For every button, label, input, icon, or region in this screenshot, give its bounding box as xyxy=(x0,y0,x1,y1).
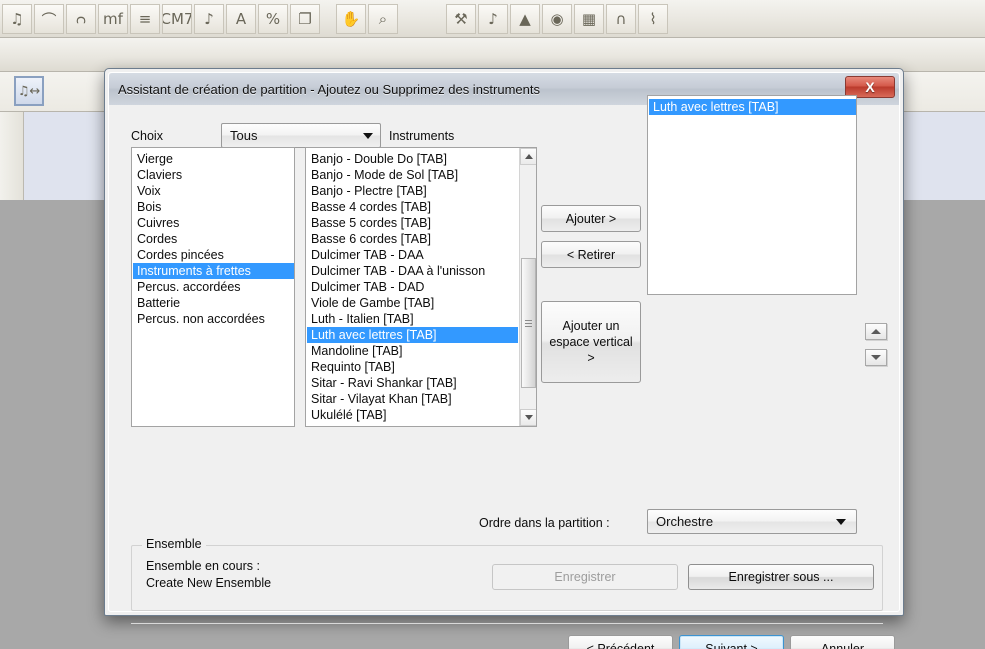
scroll-down-icon[interactable] xyxy=(520,409,537,426)
articulation-icon[interactable]: ♪ xyxy=(194,4,224,34)
instrument-list-item[interactable]: Dulcimer TAB - DAD xyxy=(307,279,518,295)
previous-button[interactable]: < Précédent xyxy=(568,635,673,649)
page-copy-icon[interactable]: ❐ xyxy=(290,4,320,34)
instrument-list-item[interactable]: Dulcimer TAB - DAA à l'unisson xyxy=(307,263,518,279)
chord-symbol-icon[interactable]: CM7 xyxy=(162,4,192,34)
toolbar-row-notation: ♫⌒ᴒmf≡CM7♪A%❐ ✋⌕ ⚒♪▲◉▦∩⌇ xyxy=(0,0,985,38)
instrument-list-item[interactable]: Banjo - Mode de Sol [TAB] xyxy=(307,167,518,183)
instrument-items: Banjo - Double Do [TAB]Banjo - Mode de S… xyxy=(306,148,536,423)
note-arrow-icon[interactable]: ♪ xyxy=(478,4,508,34)
instrument-list-item[interactable]: Basse 6 cordes [TAB] xyxy=(307,231,518,247)
espace-line-3: > xyxy=(587,350,594,366)
espace-line-2: espace vertical xyxy=(549,334,632,350)
instrument-list-item[interactable]: Requinto [TAB] xyxy=(307,359,518,375)
toolbar-row-playback: ▲▼ Reprise : 1 ▼ Temps 00:00:00.000 ▲▼ ♩… xyxy=(0,38,985,72)
category-list-item[interactable]: Voix xyxy=(133,183,294,199)
ensemble-groupbox: Ensemble Ensemble en cours : Create New … xyxy=(131,545,883,611)
instrument-list-item[interactable]: Sitar - Vilayat Khan [TAB] xyxy=(307,391,518,407)
ordre-label: Ordre dans la partition : xyxy=(479,516,610,530)
beam-notes-icon[interactable]: ♫ xyxy=(2,4,32,34)
text-A-icon[interactable]: A xyxy=(226,4,256,34)
toolbar-group-navigation: ✋⌕ xyxy=(336,4,398,34)
ensemble-current-value: Create New Ensemble xyxy=(146,575,271,592)
zoom-magnifier-icon[interactable]: ⌕ xyxy=(368,4,398,34)
add-vertical-space-button[interactable]: Ajouter un espace vertical > xyxy=(541,301,641,383)
instrument-list-item[interactable]: Mandoline [TAB] xyxy=(307,343,518,359)
instrument-list-item[interactable]: Dulcimer TAB - DAA xyxy=(307,247,518,263)
instrument-list-item[interactable]: Luth avec lettres [TAB] xyxy=(307,327,518,343)
score-wizard-dialog: Assistant de création de partition - Ajo… xyxy=(104,68,904,616)
category-listbox[interactable]: ViergeClaviersVoixBoisCuivresCordesCorde… xyxy=(131,147,295,427)
save-ensemble-button[interactable]: Enregistrer xyxy=(492,564,678,590)
staff-lines-icon[interactable]: ≡ xyxy=(130,4,160,34)
cancel-button[interactable]: Annuler xyxy=(790,635,895,649)
espace-line-1: Ajouter un xyxy=(563,318,620,334)
category-list-item[interactable]: Claviers xyxy=(133,167,294,183)
instrument-list-item[interactable]: Luth - Italien [TAB] xyxy=(307,311,518,327)
save-ensemble-as-button[interactable]: Enregistrer sous ... xyxy=(688,564,874,590)
category-list-item[interactable]: Cordes xyxy=(133,231,294,247)
remove-instrument-button[interactable]: < Retirer xyxy=(541,241,641,268)
ordre-value: Orchestre xyxy=(656,514,713,529)
hammer-tool-icon[interactable]: ⚒ xyxy=(446,4,476,34)
arch-icon[interactable]: ∩ xyxy=(606,4,636,34)
instrument-list-item[interactable]: Ukulélé [TAB] xyxy=(307,407,518,423)
conductor-icon[interactable]: ⌇ xyxy=(638,4,668,34)
instrument-list-item[interactable]: Basse 5 cordes [TAB] xyxy=(307,215,518,231)
selected-instruments-listbox[interactable]: Luth avec lettres [TAB] xyxy=(647,95,857,295)
category-list-item[interactable]: Bois xyxy=(133,199,294,215)
instrument-list-item[interactable]: Sitar - Ravi Shankar [TAB] xyxy=(307,375,518,391)
side-toolbar-group: ♫↔ xyxy=(2,76,44,106)
toolbar-edge xyxy=(2,76,12,106)
dialog-body: Choix Tous Instruments ViergeClaviersVoi… xyxy=(109,105,899,611)
mixer-grid-icon[interactable]: ▦ xyxy=(574,4,604,34)
palette-icon[interactable]: ◉ xyxy=(542,4,572,34)
category-list-item[interactable]: Batterie xyxy=(133,295,294,311)
hand-pan-icon[interactable]: ✋ xyxy=(336,4,366,34)
category-list-item[interactable]: Percus. accordées xyxy=(133,279,294,295)
choix-value: Tous xyxy=(230,128,257,143)
category-list-item[interactable]: Cordes pincées xyxy=(133,247,294,263)
category-list-item[interactable]: Vierge xyxy=(133,151,294,167)
scrollbar-thumb[interactable] xyxy=(521,258,536,388)
toolbar-group-notation: ♫⌒ᴒmf≡CM7♪A%❐ xyxy=(2,4,320,34)
toolbar-group-tools: ⚒♪▲◉▦∩⌇ xyxy=(446,4,668,34)
choix-select[interactable]: Tous xyxy=(221,123,381,148)
selected-list-item[interactable]: Luth avec lettres [TAB] xyxy=(649,99,856,115)
ensemble-current-label: Ensemble en cours : xyxy=(146,558,271,575)
tie-icon[interactable]: ᴒ xyxy=(66,4,96,34)
next-button[interactable]: Suivant > xyxy=(679,635,784,649)
shapes-icon[interactable]: ▲ xyxy=(510,4,540,34)
scroll-up-icon[interactable] xyxy=(520,148,537,165)
ensemble-current: Ensemble en cours : Create New Ensemble xyxy=(146,558,271,592)
dynamics-mf-icon[interactable]: mf xyxy=(98,4,128,34)
selected-items: Luth avec lettres [TAB] xyxy=(648,96,856,115)
instrument-scrollbar[interactable] xyxy=(519,148,536,426)
add-instrument-button[interactable]: Ajouter > xyxy=(541,205,641,232)
note-spacing-icon[interactable]: ♫↔ xyxy=(14,76,44,106)
ordre-select[interactable]: Orchestre xyxy=(647,509,857,534)
dialog-frame: Assistant de création de partition - Ajo… xyxy=(108,72,900,612)
category-list-item[interactable]: Percus. non accordées xyxy=(133,311,294,327)
chevron-down-icon xyxy=(363,133,373,139)
dialog-title: Assistant de création de partition - Ajo… xyxy=(118,82,540,97)
move-down-icon[interactable] xyxy=(865,349,887,366)
instrument-listbox[interactable]: Banjo - Double Do [TAB]Banjo - Mode de S… xyxy=(305,147,537,427)
instruments-label: Instruments xyxy=(389,129,454,143)
move-up-icon[interactable] xyxy=(865,323,887,340)
category-list-item[interactable]: Cuivres xyxy=(133,215,294,231)
percent-repeat-icon[interactable]: % xyxy=(258,4,288,34)
divider xyxy=(131,623,883,624)
ensemble-legend: Ensemble xyxy=(142,537,206,551)
category-list-item[interactable]: Instruments à frettes xyxy=(133,263,294,279)
instrument-list-item[interactable]: Banjo - Double Do [TAB] xyxy=(307,151,518,167)
instrument-list-item[interactable]: Banjo - Plectre [TAB] xyxy=(307,183,518,199)
slur-icon[interactable]: ⌒ xyxy=(34,4,64,34)
choix-label: Choix xyxy=(131,129,163,143)
instrument-list-item[interactable]: Basse 4 cordes [TAB] xyxy=(307,199,518,215)
instrument-list-item[interactable]: Viole de Gambe [TAB] xyxy=(307,295,518,311)
category-items: ViergeClaviersVoixBoisCuivresCordesCorde… xyxy=(132,148,294,327)
chevron-down-icon xyxy=(836,519,846,525)
